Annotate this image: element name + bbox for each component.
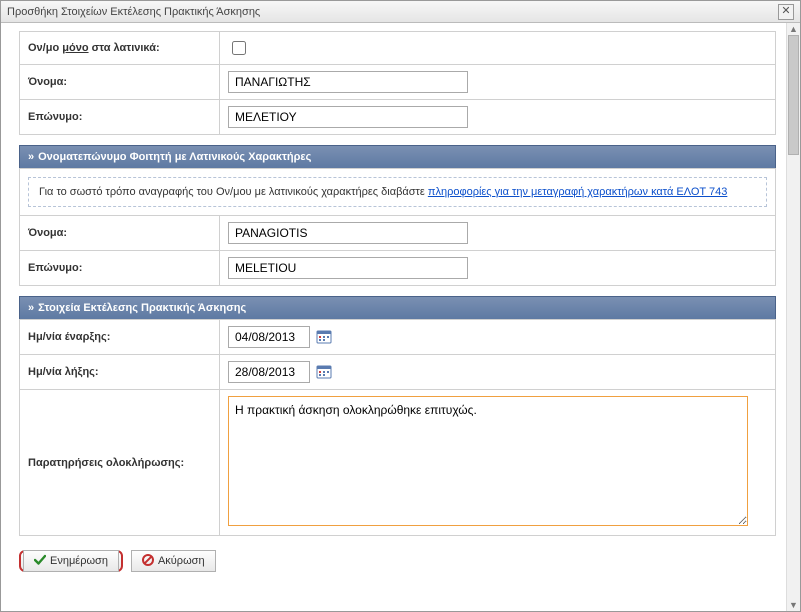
start-date-cell — [220, 320, 776, 355]
latin-section-header: » Ονοματεπώνυμο Φοιτητή με Λατινικούς Χαρ… — [19, 145, 776, 168]
elot-info-box: Για το σωστό τρόπο αναγραφής του Ον/μου … — [28, 177, 767, 207]
scroll-up-arrow-icon[interactable]: ▲ — [788, 23, 799, 35]
latin-only-label: Ον/μο μόνο στα λατινικά: — [20, 32, 220, 65]
table-row: Για το σωστό τρόπο αναγραφής του Ον/μου … — [20, 169, 776, 216]
latin-only-cell — [220, 32, 776, 65]
latin-first-name-cell — [220, 216, 776, 251]
latin-section-title: Ονοματεπώνυμο Φοιτητή με Λατινικούς Χαρα… — [38, 151, 311, 163]
scroll-thumb[interactable] — [788, 35, 799, 155]
cancel-button-label: Ακύρωση — [158, 555, 205, 567]
execution-section-title: Στοιχεία Εκτέλεσης Πρακτικής Άσκησης — [38, 302, 246, 314]
text: Για το σωστό τρόπο αναγραφής του Ον/μου … — [39, 186, 428, 198]
elot-link[interactable]: πληροφορίες για την μεταγραφή χαρακτήρων… — [428, 186, 727, 198]
last-name-input[interactable] — [228, 106, 468, 128]
update-button-highlight: Ενημέρωση — [19, 550, 123, 572]
end-date-cell — [220, 355, 776, 390]
action-bar: Ενημέρωση Ακύρωση — [19, 546, 776, 572]
update-button[interactable]: Ενημέρωση — [23, 550, 119, 572]
table-row: Ημ/νία λήξης: — [20, 355, 776, 390]
latin-first-name-input[interactable] — [228, 222, 468, 244]
vertical-scrollbar[interactable]: ▲ ▼ — [786, 23, 800, 611]
cancel-icon — [142, 554, 154, 569]
notes-textarea[interactable] — [228, 396, 748, 526]
table-row: Παρατηρήσεις ολοκλήρωσης: — [20, 390, 776, 536]
execution-section-header: » Στοιχεία Εκτέλεσης Πρακτικής Άσκησης — [19, 296, 776, 319]
calendar-icon[interactable] — [316, 364, 332, 380]
latin-last-name-input[interactable] — [228, 257, 468, 279]
start-date-input[interactable] — [228, 326, 310, 348]
greek-name-table: Ον/μο μόνο στα λατινικά: Όνομα: Επώνυμο: — [19, 31, 776, 135]
last-name-cell — [220, 100, 776, 135]
calendar-icon[interactable] — [316, 329, 332, 345]
notes-label: Παρατηρήσεις ολοκλήρωσης: — [20, 390, 220, 536]
text: στα λατινικά: — [89, 42, 160, 54]
dialog-window: Προσθήκη Στοιχείων Εκτέλεσης Πρακτικής Ά… — [0, 0, 801, 612]
start-date-label: Ημ/νία έναρξης: — [20, 320, 220, 355]
notes-cell — [220, 390, 776, 536]
text: μόνο — [62, 42, 88, 54]
titlebar: Προσθήκη Στοιχείων Εκτέλεσης Πρακτικής Ά… — [1, 1, 800, 23]
window-close-button[interactable]: ✕ — [778, 4, 794, 20]
table-row: Όνομα: — [20, 65, 776, 100]
table-row: Ημ/νία έναρξης: — [20, 320, 776, 355]
window-title: Προσθήκη Στοιχείων Εκτέλεσης Πρακτικής Ά… — [7, 6, 260, 18]
latin-last-name-label: Επώνυμο: — [20, 251, 220, 286]
latin-first-name-label: Όνομα: — [20, 216, 220, 251]
raquo-icon: » — [28, 151, 34, 163]
table-row: Επώνυμο: — [20, 251, 776, 286]
update-button-label: Ενημέρωση — [50, 555, 108, 567]
raquo-icon: » — [28, 302, 34, 314]
last-name-label: Επώνυμο: — [20, 100, 220, 135]
scroll-down-arrow-icon[interactable]: ▼ — [788, 599, 799, 611]
dialog-body: Ον/μο μόνο στα λατινικά: Όνομα: Επώνυμο: — [1, 23, 786, 611]
execution-table: Ημ/νία έναρξης: Ημ/νία λήξης: — [19, 319, 776, 536]
check-icon — [34, 554, 46, 569]
end-date-input[interactable] — [228, 361, 310, 383]
first-name-label: Όνομα: — [20, 65, 220, 100]
first-name-input[interactable] — [228, 71, 468, 93]
first-name-cell — [220, 65, 776, 100]
table-row: Ον/μο μόνο στα λατινικά: — [20, 32, 776, 65]
latin-last-name-cell — [220, 251, 776, 286]
table-row: Επώνυμο: — [20, 100, 776, 135]
text: Ον/μο — [28, 42, 62, 54]
end-date-label: Ημ/νία λήξης: — [20, 355, 220, 390]
info-cell: Για το σωστό τρόπο αναγραφής του Ον/μου … — [20, 169, 776, 216]
table-row: Όνομα: — [20, 216, 776, 251]
latin-only-checkbox[interactable] — [232, 41, 246, 55]
latin-name-table: Για το σωστό τρόπο αναγραφής του Ον/μου … — [19, 168, 776, 286]
close-icon: ✕ — [781, 6, 790, 17]
cancel-button[interactable]: Ακύρωση — [131, 550, 216, 572]
